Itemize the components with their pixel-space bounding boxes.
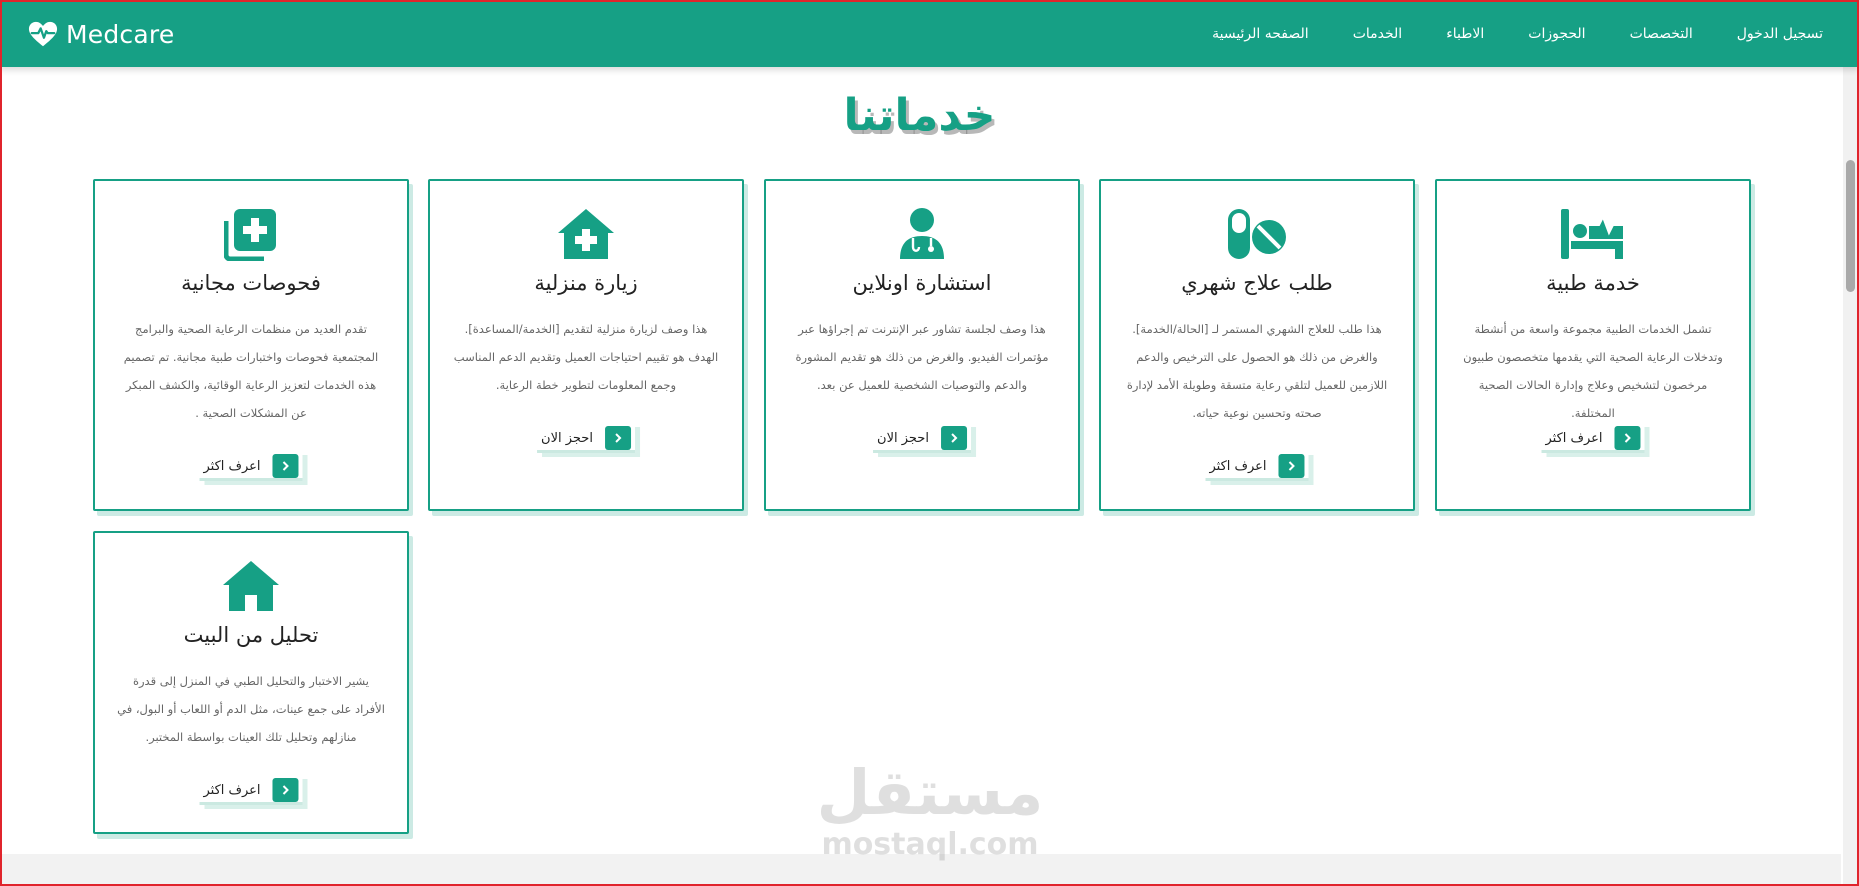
nav-specialties[interactable]: التخصصات: [1630, 26, 1693, 42]
chevron-right-icon: [1288, 461, 1295, 471]
card-title: خدمة طبية: [1546, 271, 1640, 295]
card-description: يشير الاختبار والتحليل الطبي في المنزل إ…: [117, 674, 385, 744]
nav-services[interactable]: الخدمات: [1353, 26, 1403, 42]
nav-login[interactable]: تسجيل الدخول: [1737, 26, 1823, 42]
brand-logo[interactable]: Medcare: [28, 16, 174, 52]
service-card-home-visit: زيارة منزلية هذا وصف لزيارة منزلية لتقدي…: [428, 179, 744, 511]
card-title: فحوصات مجانية: [181, 271, 321, 295]
watermark: مستقل mostaql.com: [810, 758, 1050, 868]
nav-bookings[interactable]: الحجوزات: [1528, 26, 1585, 42]
service-card-medical: خدمة طبية تشمل الخدمات الطبية مجموعة واس…: [1435, 179, 1751, 511]
home-icon: [223, 561, 279, 611]
card-title: طلب علاج شهري: [1181, 271, 1333, 295]
service-card-free-checkups: فحوصات مجانية تقدم العديد من منظمات الرع…: [93, 179, 409, 511]
learn-more-button[interactable]: اعرف اكثر: [1541, 423, 1650, 457]
navbar: Medcare الصفحه الرئيسية الخدمات الاطباء …: [0, 0, 1859, 67]
hospital-bed-icon: [1561, 209, 1623, 259]
card-description: تشمل الخدمات الطبية مجموعة واسعة من أنشط…: [1463, 322, 1723, 420]
nav-links: الصفحه الرئيسية الخدمات الاطباء الحجوزات…: [1212, 0, 1823, 67]
chevron-right-icon: [615, 433, 622, 443]
chevron-right-icon: [282, 785, 289, 795]
notes-medical-icon: [224, 209, 276, 261]
card-description: هذا وصف لجلسة تشاور عبر الإنترنت تم إجرا…: [795, 322, 1049, 392]
scrollbar-thumb[interactable]: [1846, 160, 1855, 292]
book-now-button[interactable]: احجز الان: [537, 423, 640, 457]
card-title: استشارة اونلاين: [852, 271, 992, 295]
doctor-icon: [900, 208, 944, 259]
house-medical-icon: [558, 209, 614, 259]
chevron-right-icon: [1624, 433, 1631, 443]
nav-home[interactable]: الصفحه الرئيسية: [1212, 26, 1309, 42]
service-card-online-consultation: استشارة اونلاين هذا وصف لجلسة تشاور عبر …: [764, 179, 1080, 511]
card-title: زيارة منزلية: [534, 271, 638, 295]
watermark-ar: مستقل: [816, 756, 1044, 829]
learn-more-button[interactable]: اعرف اكثر: [199, 451, 308, 485]
nav-doctors[interactable]: الاطباء: [1446, 26, 1484, 42]
book-now-button[interactable]: احجز الان: [873, 423, 976, 457]
footer-strip: [2, 854, 1841, 884]
learn-more-button[interactable]: اعرف اكثر: [1205, 451, 1314, 485]
learn-more-button[interactable]: اعرف اكثر: [199, 775, 308, 809]
card-title: تحليل من البيت: [183, 623, 319, 647]
service-card-monthly-treatment: طلب علاج شهري هذا طلب للعلاج الشهري المس…: [1099, 179, 1415, 511]
service-card-home-test: تحليل من البيت يشير الاختبار والتحليل ال…: [93, 531, 409, 834]
heart-pulse-icon: [28, 21, 58, 47]
section-title: خدماتنا: [843, 90, 996, 141]
card-description: هذا وصف لزيارة منزلية لتقديم [الخدمة/الم…: [453, 322, 719, 392]
chevron-right-icon: [951, 433, 958, 443]
chevron-right-icon: [282, 461, 289, 471]
pills-icon: [1228, 209, 1286, 259]
card-description: هذا طلب للعلاج الشهري المستمر لـ [الحالة…: [1126, 322, 1388, 420]
brand-name: Medcare: [66, 19, 175, 49]
card-description: تقدم العديد من منظمات الرعاية الصحية وال…: [123, 322, 379, 420]
